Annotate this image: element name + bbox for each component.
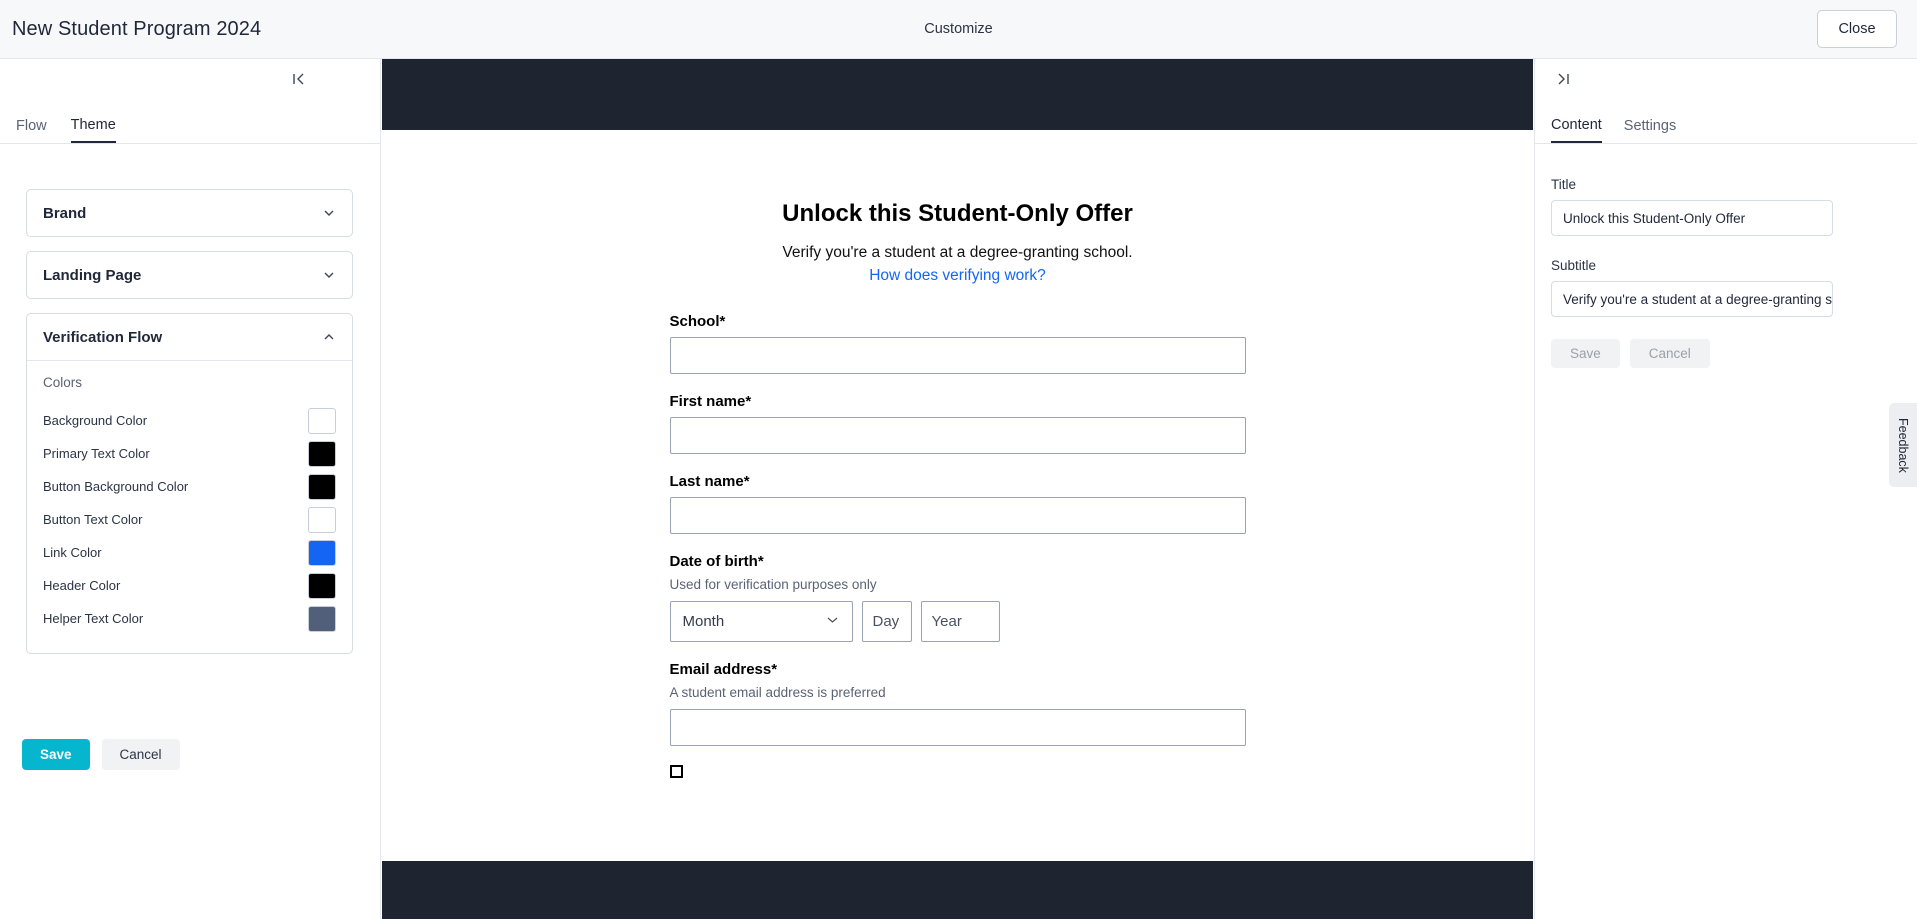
- dob-year-input[interactable]: Year: [920, 601, 1000, 642]
- top-bar: New Student Program 2024 Customize Close: [0, 0, 1917, 59]
- tab-settings[interactable]: Settings: [1624, 117, 1676, 143]
- first-name-label: First name*: [669, 393, 752, 410]
- school-input[interactable]: [669, 337, 1246, 374]
- feedback-tab[interactable]: Feedback: [1889, 403, 1917, 487]
- first-name-input[interactable]: [669, 417, 1246, 454]
- right-panel-tabs: Content Settings: [1535, 117, 1917, 144]
- color-row-button-text: Button Text Color: [43, 503, 336, 536]
- tab-content[interactable]: Content: [1551, 117, 1602, 143]
- color-row-background: Background Color: [43, 404, 336, 437]
- color-swatch-primary-text[interactable]: [308, 440, 336, 467]
- chevron-down-icon: [322, 268, 336, 282]
- accordion-verification-flow: Verification Flow Colors Background Colo…: [26, 313, 353, 654]
- color-row-primary-text: Primary Text Color: [43, 437, 336, 470]
- preview-verifying-link[interactable]: How does verifying work?: [382, 267, 1533, 285]
- color-swatch-background[interactable]: [308, 407, 336, 434]
- color-swatch-button-background[interactable]: [308, 473, 336, 500]
- date-of-birth-help: Used for verification purposes only: [669, 577, 877, 592]
- email-address-label: Email address*: [669, 661, 778, 678]
- accordion-verification-flow-header[interactable]: Verification Flow: [27, 314, 352, 360]
- color-row-header: Header Color: [43, 569, 336, 602]
- color-label: Header Color: [43, 578, 121, 593]
- chevron-down-icon: [322, 206, 336, 220]
- date-of-birth-row: Month Day Year: [669, 601, 1246, 642]
- content-cancel-button[interactable]: Cancel: [1629, 339, 1710, 368]
- email-address-help: A student email address is preferred: [669, 685, 886, 700]
- last-name-input[interactable]: [669, 497, 1246, 534]
- customize-label: Customize: [924, 21, 993, 37]
- color-swatch-button-text[interactable]: [308, 506, 336, 533]
- left-panel-actions: Save Cancel: [22, 739, 180, 770]
- color-row-link: Link Color: [43, 536, 336, 569]
- preview-body: Unlock this Student-Only Offer Verify yo…: [382, 200, 1533, 778]
- color-label: Helper Text Color: [43, 611, 144, 626]
- email-address-input[interactable]: [669, 709, 1246, 746]
- theme-accordion-list: Brand Landing Page Verification Flow Col…: [26, 189, 353, 668]
- preview-title: Unlock this Student-Only Offer: [782, 200, 1133, 227]
- color-label: Button Text Color: [43, 512, 143, 527]
- feedback-label: Feedback: [1896, 417, 1910, 473]
- right-panel: Content Settings Title Unlock this Stude…: [1534, 59, 1917, 919]
- school-label: School*: [669, 313, 726, 330]
- dob-month-value: Month: [682, 613, 725, 630]
- accordion-landing-page: Landing Page: [26, 251, 353, 299]
- collapse-right-icon[interactable]: [1555, 71, 1571, 90]
- content-tab-panel: Title Unlock this Student-Only Offer Sub…: [1551, 177, 1901, 368]
- color-label: Link Color: [43, 545, 102, 560]
- color-row-button-background: Button Background Color: [43, 470, 336, 503]
- color-label: Background Color: [43, 413, 148, 428]
- title-field-input[interactable]: Unlock this Student-Only Offer: [1551, 200, 1833, 236]
- collapse-left-icon[interactable]: [291, 71, 307, 90]
- theme-cancel-button[interactable]: Cancel: [101, 739, 180, 770]
- close-button[interactable]: Close: [1817, 10, 1897, 48]
- verification-flow-body: Colors Background Color Primary Text Col…: [27, 360, 352, 653]
- content-actions: Save Cancel: [1551, 339, 1901, 368]
- subtitle-field-label: Subtitle: [1551, 258, 1597, 273]
- color-swatch-link[interactable]: [308, 539, 336, 566]
- content-save-button[interactable]: Save: [1551, 339, 1620, 368]
- consent-checkbox[interactable]: [669, 765, 683, 778]
- colors-heading: Colors: [43, 375, 83, 390]
- tab-flow[interactable]: Flow: [16, 117, 47, 143]
- left-panel: Flow Theme Brand Landing Page Verificati…: [0, 59, 381, 919]
- accordion-landing-page-header[interactable]: Landing Page: [27, 252, 352, 298]
- title-field-label: Title: [1551, 177, 1577, 192]
- color-label: Primary Text Color: [43, 446, 150, 461]
- color-label: Button Background Color: [43, 479, 189, 494]
- chevron-up-icon: [322, 330, 336, 344]
- color-row-helper-text: Helper Text Color: [43, 602, 336, 635]
- preview-footer-bar: [382, 861, 1533, 919]
- accordion-landing-page-label: Landing Page: [43, 266, 142, 284]
- chevron-down-icon: [825, 612, 840, 631]
- left-panel-tabs: Flow Theme: [0, 117, 381, 144]
- accordion-verification-flow-label: Verification Flow: [43, 328, 163, 346]
- accordion-brand-header[interactable]: Brand: [27, 190, 352, 236]
- subtitle-field-input[interactable]: Verify you're a student at a degree-gran…: [1551, 281, 1833, 317]
- preview-subtitle: Verify you're a student at a degree-gran…: [782, 244, 1133, 261]
- color-swatch-header[interactable]: [308, 572, 336, 599]
- dob-month-select[interactable]: Month: [669, 601, 853, 642]
- preview-header-bar: [382, 59, 1533, 130]
- dob-day-input[interactable]: Day: [861, 601, 912, 642]
- color-swatch-helper-text[interactable]: [308, 605, 336, 632]
- accordion-brand: Brand: [26, 189, 353, 237]
- accordion-brand-label: Brand: [43, 204, 87, 222]
- last-name-label: Last name*: [669, 473, 750, 490]
- theme-save-button[interactable]: Save: [22, 739, 90, 770]
- preview-canvas: Unlock this Student-Only Offer Verify yo…: [382, 59, 1533, 919]
- tab-theme[interactable]: Theme: [70, 117, 116, 143]
- preview-form: School* First name* Last name* Date of b…: [669, 313, 1246, 778]
- date-of-birth-label: Date of birth*: [669, 553, 764, 570]
